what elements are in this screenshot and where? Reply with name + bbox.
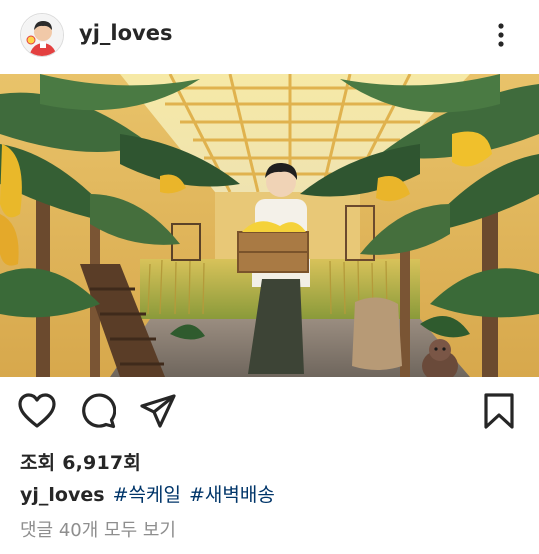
- banana-garden-scene: [0, 74, 539, 377]
- avatar-illustration: [21, 14, 63, 56]
- bookmark-icon[interactable]: [483, 393, 515, 433]
- post-media[interactable]: [0, 74, 539, 377]
- paper-plane-icon[interactable]: [139, 393, 177, 433]
- view-count: 조회 6,917회: [20, 448, 141, 475]
- caption-username[interactable]: yj_loves: [20, 484, 105, 506]
- heart-icon[interactable]: [18, 393, 56, 433]
- post-username[interactable]: yj_loves: [79, 21, 172, 45]
- post-actions: [0, 377, 539, 441]
- profile-avatar[interactable]: [20, 13, 64, 57]
- view-all-comments-link[interactable]: 댓글 40개 모두 보기: [20, 516, 176, 542]
- comment-icon[interactable]: [80, 393, 117, 433]
- more-vertical-icon[interactable]: [488, 20, 514, 50]
- hashtag-link[interactable]: #새벽배송: [189, 484, 275, 506]
- post-header: yj_loves: [0, 0, 539, 74]
- view-count-suffix: 회: [123, 452, 141, 474]
- post-caption: yj_loves #쓱케일 #새벽배송: [20, 480, 275, 507]
- view-count-value: 6,917: [62, 452, 124, 474]
- view-count-label: 조회: [20, 452, 56, 474]
- hashtag-link[interactable]: #쓱케일: [113, 484, 181, 506]
